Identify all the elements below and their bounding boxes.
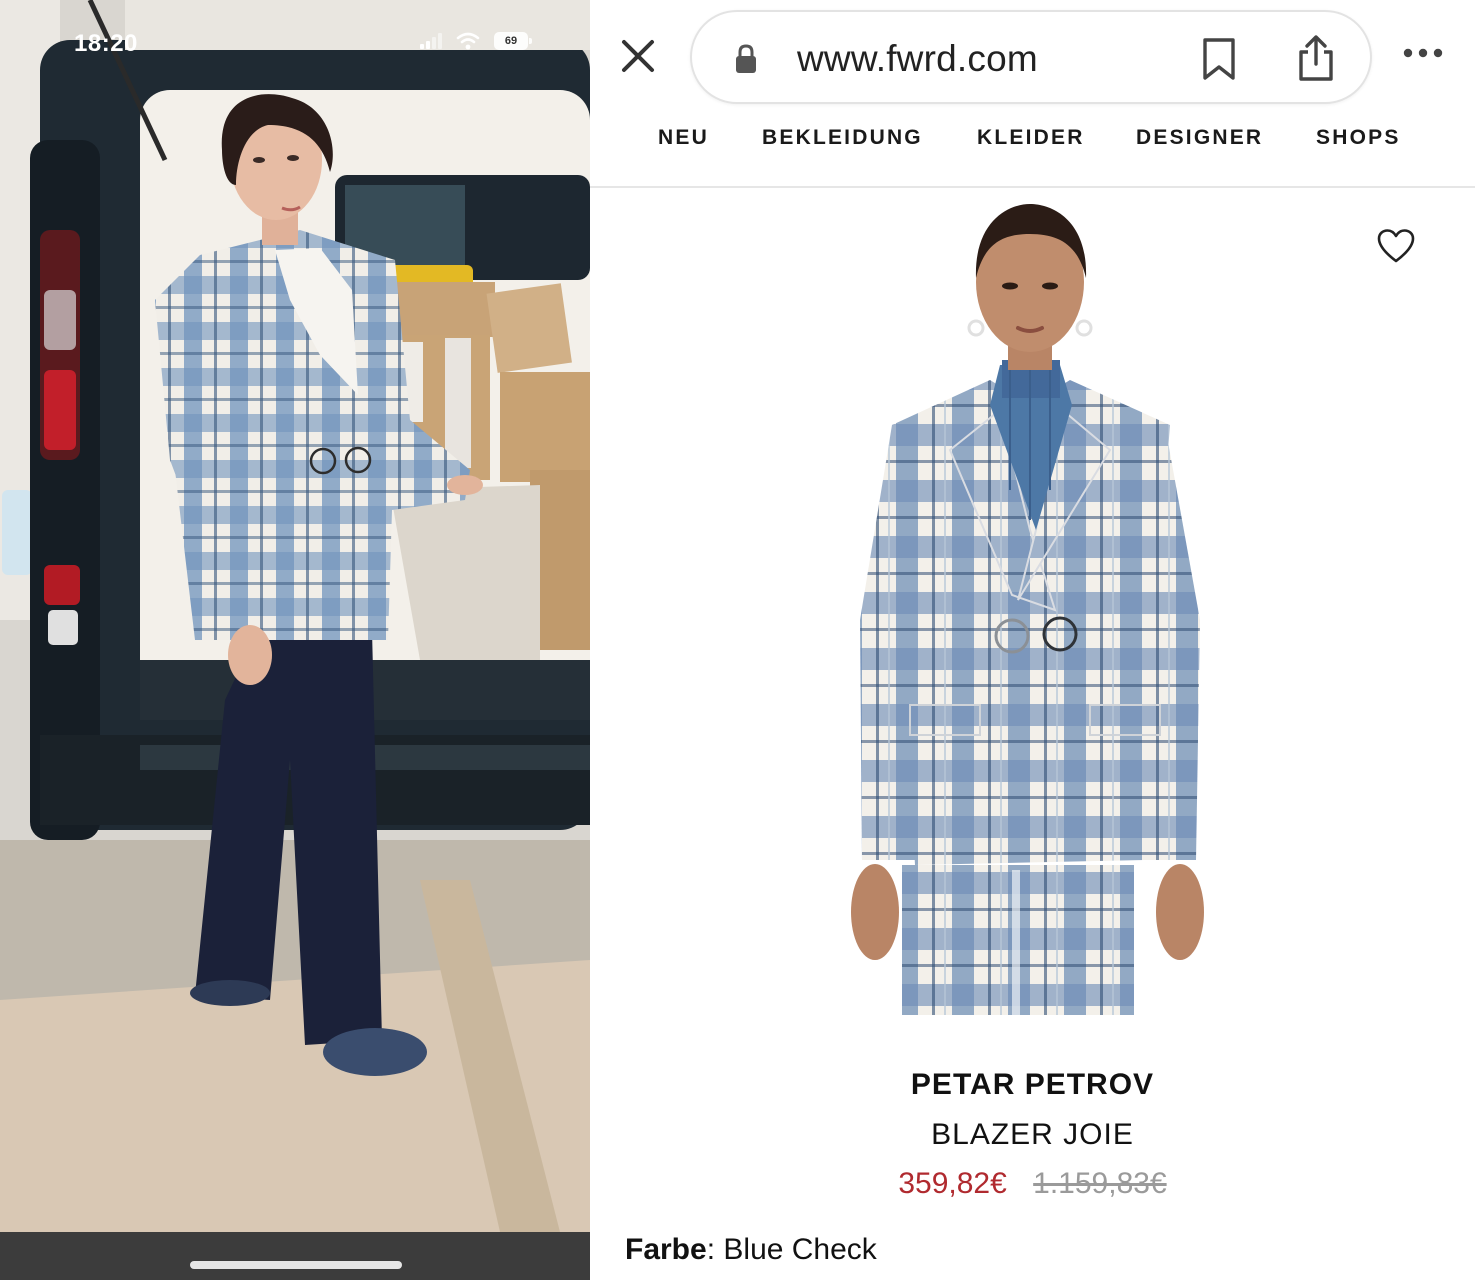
photo-panel: 18:20 69: [0, 0, 590, 1280]
lock-icon: [736, 44, 756, 73]
nav-item-designer[interactable]: DESIGNER: [1136, 126, 1263, 150]
product-name-text: BLAZER JOIE: [931, 1118, 1134, 1151]
browser-panel: www.fwrd.com NEU BEKLEIDUNG KLEIDER DESI…: [590, 0, 1475, 1280]
nav-item-bekleidung[interactable]: BEKLEIDUNG: [762, 126, 923, 150]
color-value: Blue Check: [723, 1233, 877, 1266]
nav-item-kleider[interactable]: KLEIDER: [977, 126, 1085, 150]
brand-text[interactable]: PETAR PETROV: [911, 1068, 1154, 1102]
bookmark-icon[interactable]: [1199, 36, 1239, 82]
close-icon[interactable]: [618, 36, 658, 76]
site-nav: NEU BEKLEIDUNG KLEIDER DESIGNER SHOPS: [590, 112, 1475, 188]
product-brand[interactable]: PETAR PETROV: [590, 1068, 1475, 1102]
price-row: 359,82€ 1.159,83€: [590, 1167, 1475, 1201]
nav-item-neu[interactable]: NEU: [658, 126, 709, 150]
color-separator: :: [706, 1233, 716, 1266]
product-name: BLAZER JOIE: [590, 1118, 1475, 1152]
color-label: Farbe: [625, 1233, 707, 1266]
product-image[interactable]: [840, 200, 1220, 1015]
heart-icon[interactable]: [1376, 228, 1416, 264]
browser-toolbar: www.fwrd.com: [590, 0, 1475, 112]
share-icon[interactable]: [1295, 34, 1337, 82]
color-row: Farbe: Blue Check: [625, 1233, 877, 1267]
url-text[interactable]: www.fwrd.com: [797, 38, 1038, 80]
sale-price: 359,82€: [898, 1167, 1007, 1200]
photo-of-woman-by-van: [0, 0, 590, 1232]
home-bar-area: [0, 1232, 590, 1280]
address-bar[interactable]: www.fwrd.com: [690, 10, 1372, 104]
home-indicator[interactable]: [190, 1261, 402, 1269]
more-icon[interactable]: [1402, 46, 1444, 60]
nav-item-shops[interactable]: SHOPS: [1316, 126, 1401, 150]
original-price: 1.159,83€: [1033, 1167, 1167, 1200]
